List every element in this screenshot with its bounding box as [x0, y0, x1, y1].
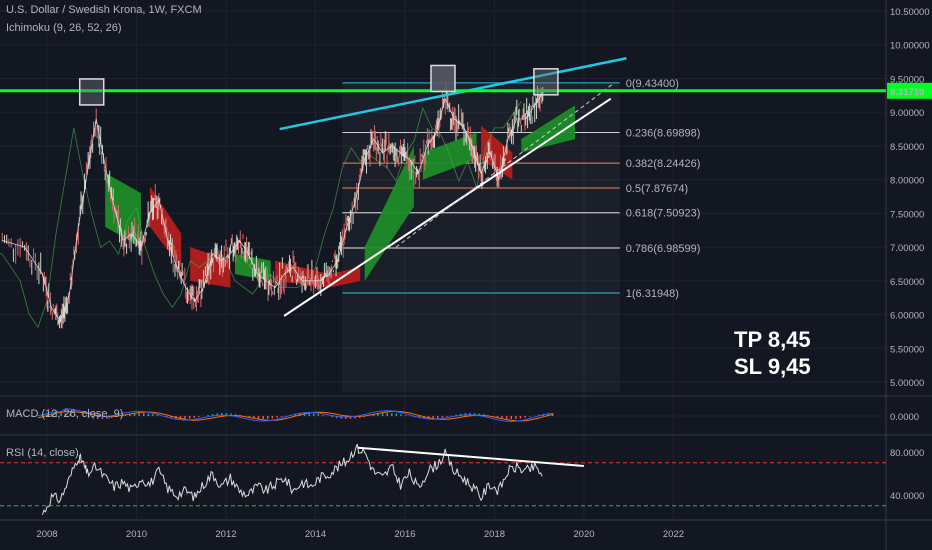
price-axis-tick: 6.00000: [890, 311, 924, 322]
chart-canvas[interactable]: 0(9.43400) 0.236(8.69898) 0.382(8.24426) 0.…: [0, 0, 932, 550]
price-axis-tick: 6.50000: [890, 277, 924, 288]
rsi-axis-tick: 80.0000: [890, 448, 924, 459]
macd-legend[interactable]: MACD (12, 26, close, 9): [6, 408, 123, 420]
price-axis-tick: 5.50000: [890, 344, 924, 355]
chart-title: U.S. Dollar / Swedish Krona, 1W, FXCM: [6, 4, 202, 16]
price-axis-tick: 8.50000: [890, 142, 924, 153]
top-marker-box[interactable]: [78, 78, 105, 106]
price-axis-tick: 10.00000: [890, 41, 930, 52]
macd-axis-tick: 0.0000: [890, 412, 919, 423]
stop-loss-note: SL 9,45: [734, 354, 811, 379]
fib-level-label: 0.382(8.24426): [626, 158, 701, 170]
fib-level-label: 0.618(7.50923): [626, 208, 701, 220]
fib-level-label: 0.5(7.87674): [626, 183, 688, 195]
fib-level-label: 0.236(8.69898): [626, 127, 701, 139]
price-axis-tick: 9.00000: [890, 108, 924, 119]
time-axis-tick: 2020: [573, 529, 594, 540]
fib-level-label: 0(9.43400): [626, 78, 679, 90]
time-axis-tick: 2022: [663, 529, 684, 540]
time-axis-tick: 2010: [126, 529, 147, 540]
time-axis-tick: 2016: [394, 529, 415, 540]
time-axis-tick: 2012: [215, 529, 236, 540]
fib-level-label: 1(6.31948): [626, 288, 679, 300]
price-axis-tick: 7.00000: [890, 243, 924, 254]
take-profit-note: TP 8,45: [734, 327, 811, 352]
time-axis-tick: 2008: [36, 529, 57, 540]
current-price-label: 9.31710: [890, 87, 924, 98]
fib-level-label: 0.786(6.98599): [626, 243, 701, 255]
time-axis-tick: 2018: [484, 529, 505, 540]
price-axis-tick: 10.50000: [890, 7, 930, 18]
time-axis-tick: 2014: [305, 529, 326, 540]
chart-stage: 0(9.43400) 0.236(8.69898) 0.382(8.24426) 0.…: [0, 0, 932, 550]
ichimoku-legend[interactable]: Ichimoku (9, 26, 52, 26): [6, 22, 122, 34]
rsi-axis-tick: 40.0000: [890, 491, 924, 502]
top-marker-box[interactable]: [430, 64, 456, 93]
rsi-legend[interactable]: RSI (14, close): [6, 447, 79, 459]
price-axis-tick: 7.50000: [890, 209, 924, 220]
price-axis-tick: 8.00000: [890, 176, 924, 187]
top-marker-box[interactable]: [533, 68, 559, 96]
price-axis-tick: 5.00000: [890, 378, 924, 389]
